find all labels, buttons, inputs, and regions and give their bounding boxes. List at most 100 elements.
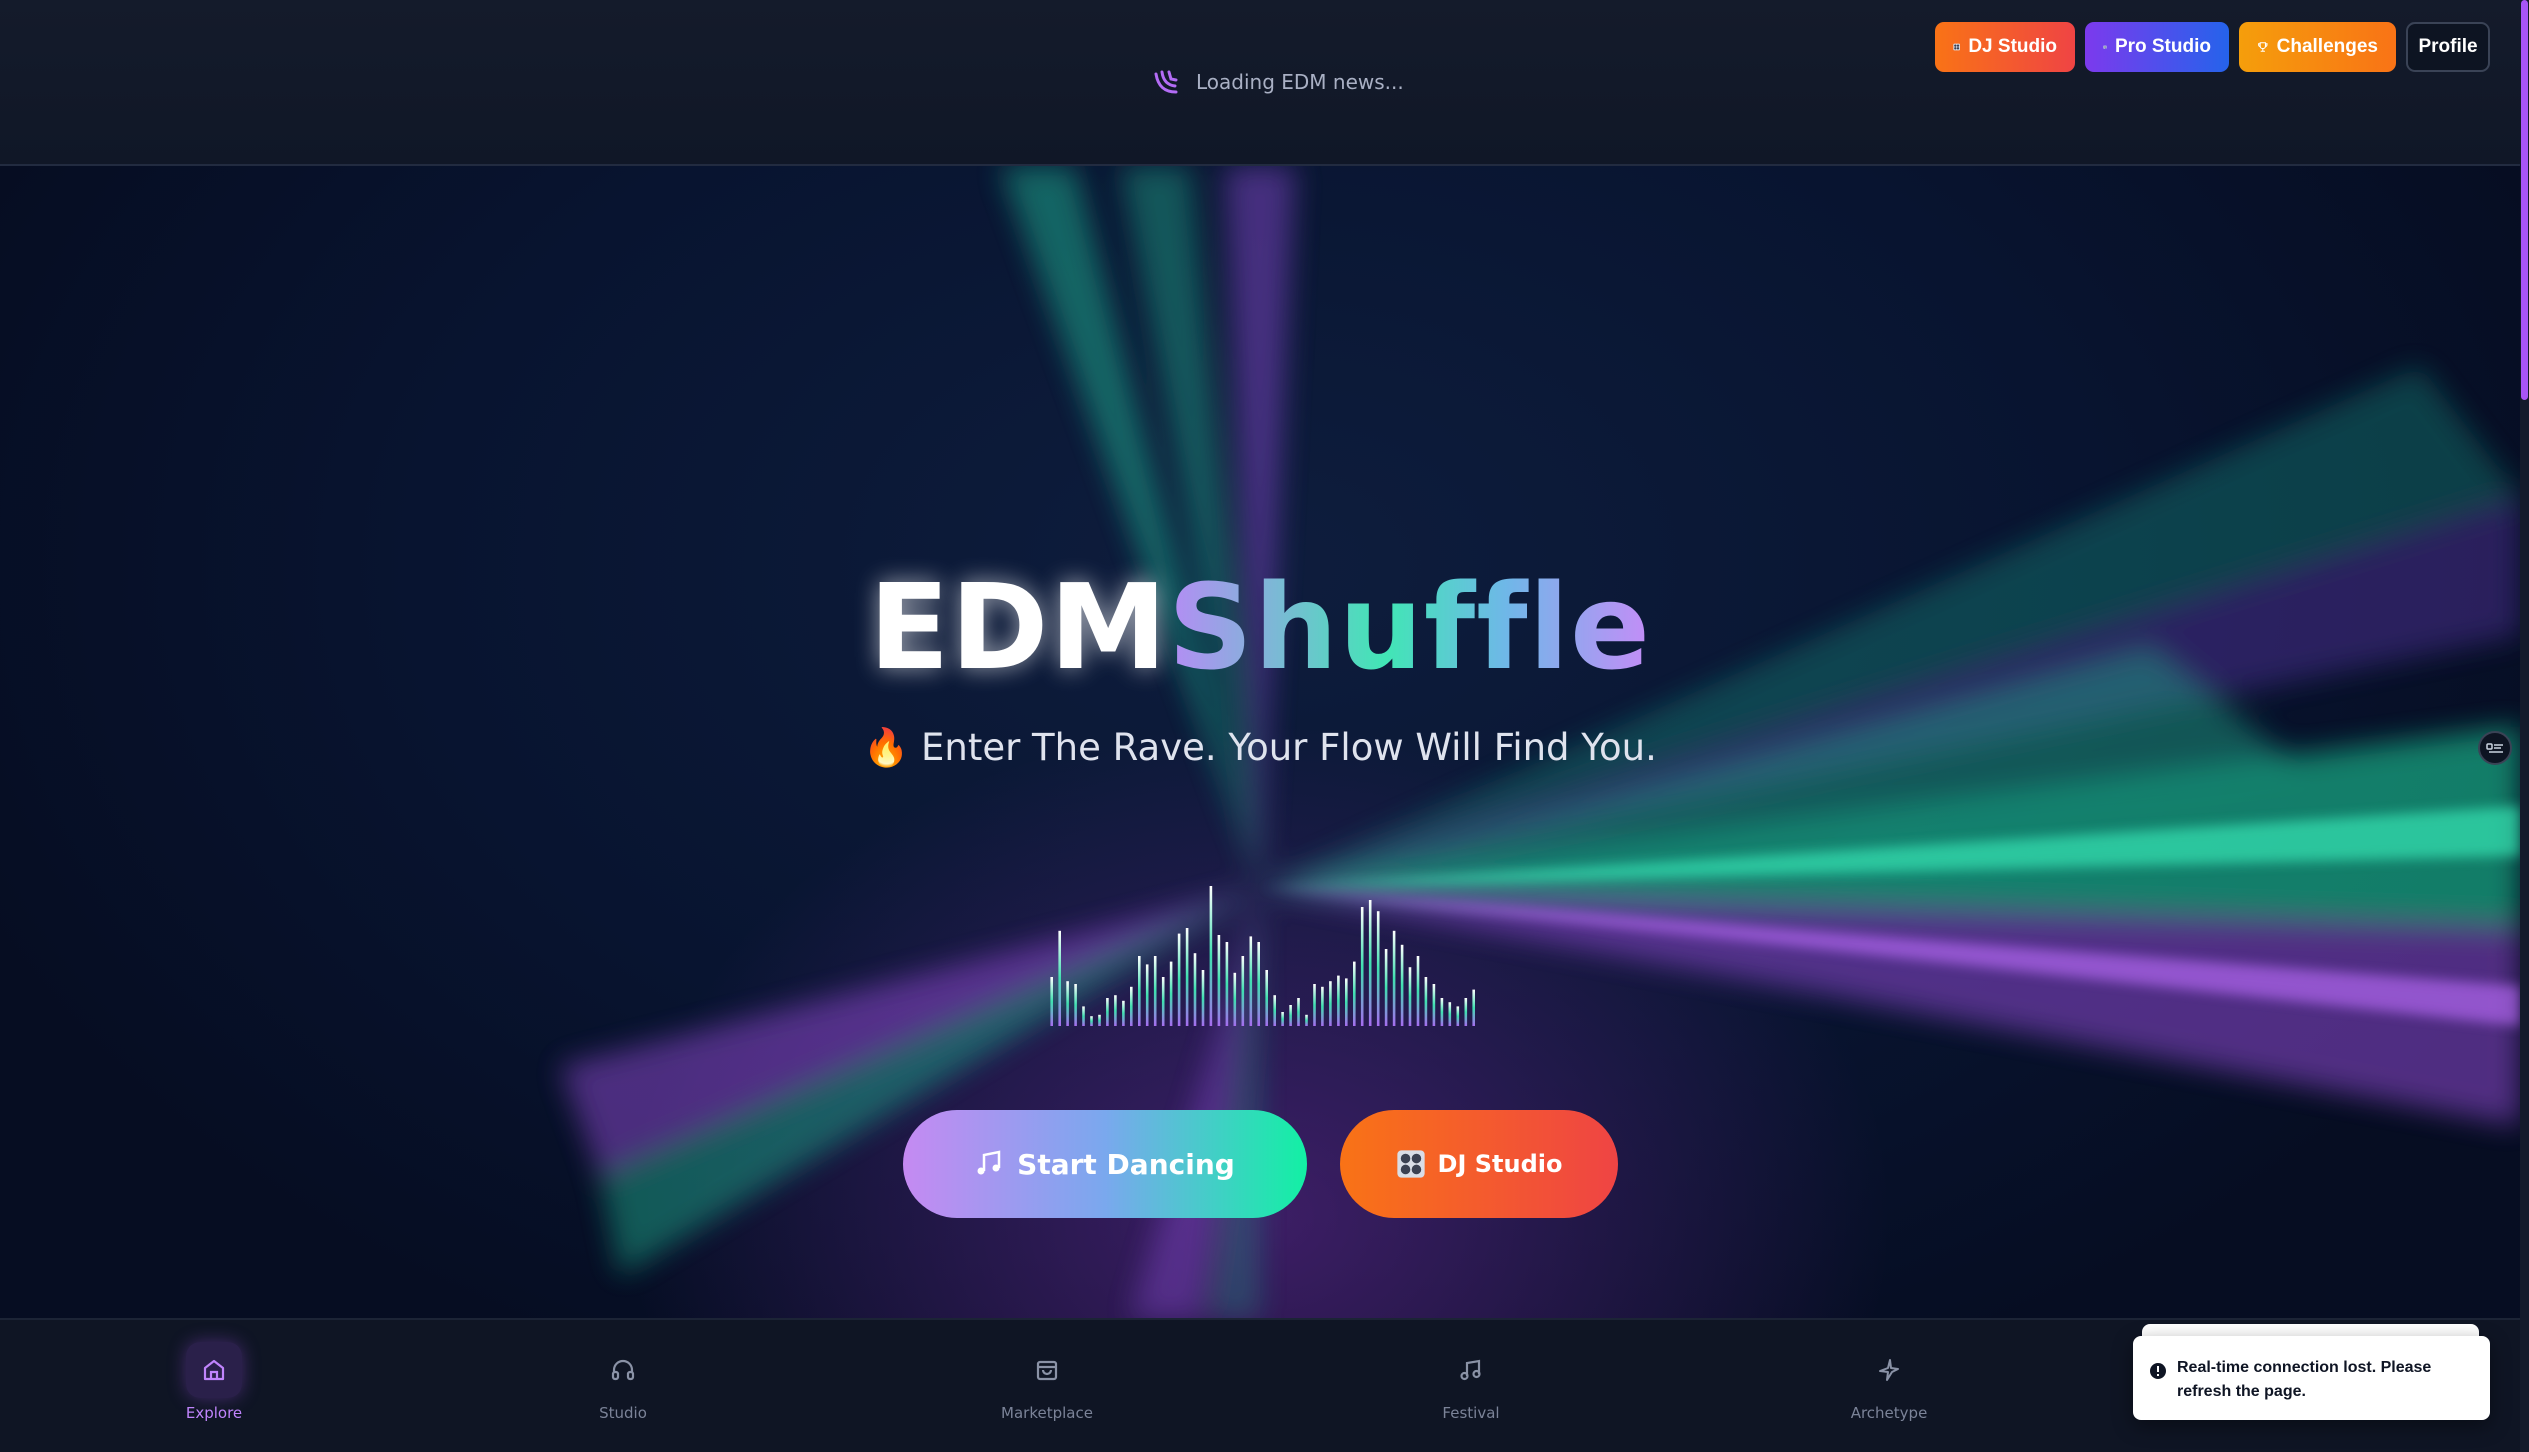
top-header: Loading EDM news... DJ Studio Pro Studio	[0, 0, 2520, 166]
equalizer-bar	[1456, 1006, 1460, 1026]
equalizer-bar	[1058, 930, 1061, 1026]
equalizer-bar	[1329, 981, 1332, 1026]
equalizer-bar	[1408, 967, 1412, 1026]
equalizer-bar	[1368, 900, 1372, 1026]
audio-equalizer	[1050, 886, 1475, 1026]
nav-item-explore[interactable]: Explore	[134, 1342, 294, 1438]
pro-studio-label: Pro Studio	[2114, 36, 2211, 57]
equalizer-bar	[1138, 956, 1141, 1026]
hero-section: EDMShuffle 🔥 Enter The Rave. Your Flow W…	[0, 166, 2520, 1318]
equalizer-bar	[1313, 984, 1316, 1026]
equalizer-bar	[1273, 995, 1276, 1026]
equalizer-bar	[1241, 956, 1245, 1026]
nav-label-marketplace: Marketplace	[1001, 1404, 1093, 1422]
start-dancing-label: Start Dancing	[1017, 1147, 1235, 1181]
pro-studio-button[interactable]: Pro Studio	[2085, 22, 2229, 72]
equalizer-bar	[1074, 984, 1077, 1026]
equalizer-bar	[1337, 975, 1340, 1026]
equalizer-bar	[1384, 949, 1388, 1026]
equalizer-bar	[1440, 998, 1444, 1026]
equalizer-bar	[1321, 986, 1324, 1026]
equalizer-bar	[1297, 998, 1300, 1026]
nav-item-marketplace[interactable]: Marketplace	[967, 1342, 1127, 1438]
dj-studio-cta-button[interactable]: DJ Studio	[1340, 1110, 1618, 1218]
equalizer-bar	[1106, 998, 1109, 1026]
loading-spinner-icon	[1154, 70, 1178, 94]
side-panel-toggle[interactable]	[2478, 731, 2512, 765]
mixer-icon	[1396, 1150, 1425, 1178]
page-scrollbar[interactable]	[2520, 0, 2529, 1452]
brand-title-shuffle: Shuffle	[1167, 558, 1652, 696]
nav-item-festival[interactable]: Festival	[1391, 1342, 1551, 1438]
fire-icon: 🔥	[863, 726, 910, 769]
toggle-panel-icon	[2486, 743, 2503, 753]
equalizer-bar	[1153, 956, 1157, 1026]
equalizer-bar	[1289, 1005, 1292, 1026]
equalizer-bar	[1424, 977, 1428, 1026]
dj-studio-button[interactable]: DJ Studio	[1935, 22, 2075, 72]
equalizer-bar	[1464, 998, 1468, 1026]
equalizer-bar	[1360, 907, 1364, 1026]
sparkle-icon	[1879, 1359, 1899, 1381]
studio-building-icon	[2103, 45, 2107, 49]
app-root: Loading EDM news... DJ Studio Pro Studio	[0, 0, 2529, 1452]
equalizer-bar	[1177, 933, 1181, 1026]
equalizer-bar	[1376, 911, 1380, 1026]
tagline: 🔥 Enter The Rave. Your Flow Will Find Yo…	[0, 726, 2520, 770]
shopping-bag-icon	[1036, 1360, 1058, 1381]
news-text: Loading EDM news...	[1196, 70, 1404, 94]
brand-title-edm: EDM	[868, 558, 1168, 696]
equalizer-bar	[1432, 984, 1436, 1026]
equalizer-bar	[1265, 970, 1268, 1026]
headphones-icon	[611, 1359, 635, 1381]
equalizer-bar	[1185, 928, 1189, 1026]
brand-title: EDMShuffle	[0, 558, 2520, 696]
news-ticker: Loading EDM news...	[1150, 62, 1404, 102]
equalizer-bar	[1209, 886, 1213, 1026]
nav-label-studio: Studio	[599, 1404, 647, 1422]
dj-studio-label: DJ Studio	[1968, 36, 2057, 57]
equalizer-bar	[1416, 956, 1420, 1026]
scrollbar-thumb[interactable]	[2521, 0, 2528, 400]
challenges-button[interactable]: Challenges	[2239, 22, 2396, 72]
connection-toast[interactable]: Real-time connection lost. Please refres…	[2133, 1336, 2490, 1420]
nav-item-studio[interactable]: Studio	[543, 1342, 703, 1438]
challenges-label: Challenges	[2276, 36, 2378, 57]
equalizer-bar	[1225, 942, 1229, 1026]
nav-label-archetype: Archetype	[1850, 1404, 1928, 1422]
nav-label-festival: Festival	[1442, 1404, 1500, 1422]
equalizer-bar	[1448, 1002, 1452, 1026]
equalizer-bar	[1233, 972, 1237, 1026]
equalizer-bar	[1161, 977, 1165, 1026]
mixer-icon	[1953, 43, 1960, 51]
toast-message: Real-time connection lost. Please refres…	[2177, 1359, 2432, 1400]
equalizer-bar	[1353, 961, 1356, 1026]
equalizer-bar	[1050, 977, 1053, 1026]
equalizer-bar	[1400, 944, 1404, 1026]
home-icon	[203, 1359, 225, 1381]
equalizer-bar	[1472, 989, 1475, 1026]
equalizer-bar	[1305, 1014, 1308, 1026]
music-notes-icon	[977, 1150, 1001, 1175]
profile-label: Profile	[2418, 36, 2478, 57]
equalizer-bar	[1130, 986, 1133, 1026]
equalizer-bar	[1169, 961, 1173, 1026]
trophy-icon	[2258, 42, 2268, 52]
start-dancing-button[interactable]: Start Dancing	[903, 1110, 1307, 1218]
equalizer-bar	[1201, 970, 1205, 1026]
equalizer-bar	[1392, 930, 1396, 1026]
profile-button[interactable]: Profile	[2406, 22, 2490, 72]
equalizer-bar	[1145, 964, 1149, 1026]
nav-label-explore: Explore	[185, 1404, 243, 1422]
equalizer-bar	[1193, 953, 1197, 1026]
dj-studio-cta-label: DJ Studio	[1437, 1150, 1563, 1178]
nav-item-archetype[interactable]: Archetype	[1809, 1342, 1969, 1438]
equalizer-bar	[1066, 981, 1069, 1026]
equalizer-bar	[1217, 935, 1221, 1026]
equalizer-bar	[1257, 942, 1260, 1026]
tagline-text: Enter The Rave. Your Flow Will Find You.	[920, 726, 1657, 769]
equalizer-bar	[1249, 936, 1253, 1026]
alert-circle-icon	[2150, 1363, 2166, 1379]
music-note-icon	[1460, 1359, 1481, 1381]
equalizer-bar	[1114, 995, 1117, 1026]
